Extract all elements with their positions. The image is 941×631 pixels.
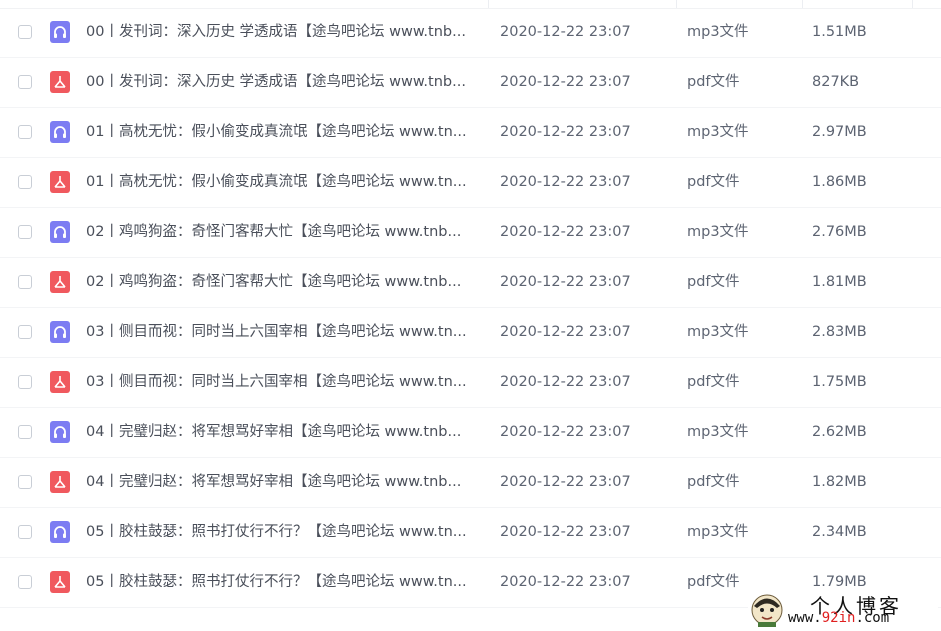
file-name[interactable]: 05丨胶柱鼓瑟：照书打仗行不行？【途鸟吧论坛 www.tn...	[86, 522, 482, 542]
file-row[interactable]: 03丨侧目而视：同时当上六国宰相【途鸟吧论坛 www.tn... 2020-12-…	[0, 308, 941, 358]
file-type: mp3文件	[687, 324, 749, 340]
file-name[interactable]: 01丨高枕无忧：假小偷变成真流氓【途鸟吧论坛 www.tn...	[86, 122, 482, 142]
headphones-icon	[50, 121, 70, 143]
file-row[interactable]: 03丨侧目而视：同时当上六国宰相【途鸟吧论坛 www.tn... 2020-12-…	[0, 358, 941, 408]
column-divider	[488, 0, 489, 8]
file-name[interactable]: 04丨完璧归赵：将军想骂好宰相【途鸟吧论坛 www.tnb...	[86, 422, 482, 442]
file-date: 2020-12-22 23:07	[500, 324, 631, 340]
file-date: 2020-12-22 23:07	[500, 74, 631, 90]
file-name[interactable]: 03丨侧目而视：同时当上六国宰相【途鸟吧论坛 www.tn...	[86, 372, 482, 392]
headphones-icon	[50, 421, 70, 443]
file-date: 2020-12-22 23:07	[500, 474, 631, 490]
headphones-icon	[50, 321, 70, 343]
file-date: 2020-12-22 23:07	[500, 374, 631, 390]
file-size: 1.81MB	[812, 274, 867, 290]
file-size: 1.82MB	[812, 474, 867, 490]
file-size: 827KB	[812, 74, 860, 90]
file-name[interactable]: 05丨胶柱鼓瑟：照书打仗行不行？【途鸟吧论坛 www.tn...	[86, 572, 482, 592]
row-checkbox[interactable]	[18, 25, 32, 39]
row-checkbox[interactable]	[18, 275, 32, 289]
file-row[interactable]: 04丨完璧归赵：将军想骂好宰相【途鸟吧论坛 www.tnb... 2020-12-…	[0, 458, 941, 508]
row-checkbox[interactable]	[18, 475, 32, 489]
file-row[interactable]: 01丨高枕无忧：假小偷变成真流氓【途鸟吧论坛 www.tn... 2020-12-…	[0, 108, 941, 158]
file-date: 2020-12-22 23:07	[500, 174, 631, 190]
pdf-icon	[50, 471, 70, 493]
file-name[interactable]: 02丨鸡鸣狗盗：奇怪门客帮大忙【途鸟吧论坛 www.tnb...	[86, 222, 482, 242]
file-type: pdf文件	[687, 374, 740, 390]
file-name[interactable]: 00丨发刊词：深入历史 学透成语【途鸟吧论坛 www.tnb...	[86, 72, 482, 92]
file-type: mp3文件	[687, 424, 749, 440]
file-name[interactable]: 02丨鸡鸣狗盗：奇怪门客帮大忙【途鸟吧论坛 www.tnb...	[86, 272, 482, 292]
file-type: mp3文件	[687, 124, 749, 140]
file-type: mp3文件	[687, 24, 749, 40]
pdf-icon	[50, 271, 70, 293]
file-type: mp3文件	[687, 524, 749, 540]
file-type: pdf文件	[687, 274, 740, 290]
file-row[interactable]: 02丨鸡鸣狗盗：奇怪门客帮大忙【途鸟吧论坛 www.tnb... 2020-12-…	[0, 258, 941, 308]
file-name[interactable]: 00丨发刊词：深入历史 学透成语【途鸟吧论坛 www.tnb...	[86, 22, 482, 42]
pdf-icon	[50, 371, 70, 393]
watermark-url: www.92in.com	[788, 610, 890, 626]
file-row[interactable]: 05丨胶柱鼓瑟：照书打仗行不行？【途鸟吧论坛 www.tn... 2020-12-…	[0, 508, 941, 558]
file-row[interactable]: 04丨完璧归赵：将军想骂好宰相【途鸟吧论坛 www.tnb... 2020-12-…	[0, 408, 941, 458]
file-date: 2020-12-22 23:07	[500, 524, 631, 540]
file-list: 00丨发刊词：深入历史 学透成语【途鸟吧论坛 www.tnb... 2020-12…	[0, 8, 941, 608]
avatar-icon	[751, 594, 783, 627]
file-type: pdf文件	[687, 74, 740, 90]
pdf-icon	[50, 171, 70, 193]
pdf-icon	[50, 71, 70, 93]
file-size: 2.76MB	[812, 224, 867, 240]
column-divider	[912, 0, 913, 8]
file-size: 1.86MB	[812, 174, 867, 190]
row-checkbox[interactable]	[18, 425, 32, 439]
file-size: 1.75MB	[812, 374, 867, 390]
row-checkbox[interactable]	[18, 325, 32, 339]
row-checkbox[interactable]	[18, 375, 32, 389]
column-divider	[676, 0, 677, 8]
file-name[interactable]: 03丨侧目而视：同时当上六国宰相【途鸟吧论坛 www.tn...	[86, 322, 482, 342]
row-checkbox[interactable]	[18, 125, 32, 139]
file-name[interactable]: 01丨高枕无忧：假小偷变成真流氓【途鸟吧论坛 www.tn...	[86, 172, 482, 192]
pdf-icon	[50, 571, 70, 593]
file-type: pdf文件	[687, 474, 740, 490]
file-row[interactable]: 00丨发刊词：深入历史 学透成语【途鸟吧论坛 www.tnb... 2020-12…	[0, 58, 941, 108]
headphones-icon	[50, 521, 70, 543]
file-size: 2.62MB	[812, 424, 867, 440]
row-checkbox[interactable]	[18, 525, 32, 539]
row-checkbox[interactable]	[18, 225, 32, 239]
row-checkbox[interactable]	[18, 575, 32, 589]
file-row[interactable]: 02丨鸡鸣狗盗：奇怪门客帮大忙【途鸟吧论坛 www.tnb... 2020-12-…	[0, 208, 941, 258]
file-size: 1.51MB	[812, 24, 867, 40]
row-checkbox[interactable]	[18, 75, 32, 89]
file-type: mp3文件	[687, 224, 749, 240]
file-date: 2020-12-22 23:07	[500, 224, 631, 240]
file-name[interactable]: 04丨完璧归赵：将军想骂好宰相【途鸟吧论坛 www.tnb...	[86, 472, 482, 492]
file-type: pdf文件	[687, 574, 740, 590]
file-date: 2020-12-22 23:07	[500, 124, 631, 140]
file-date: 2020-12-22 23:07	[500, 424, 631, 440]
row-checkbox[interactable]	[18, 175, 32, 189]
file-size: 2.34MB	[812, 524, 867, 540]
headphones-icon	[50, 21, 70, 43]
file-type: pdf文件	[687, 174, 740, 190]
headphones-icon	[50, 221, 70, 243]
file-date: 2020-12-22 23:07	[500, 274, 631, 290]
file-row[interactable]: 00丨发刊词：深入历史 学透成语【途鸟吧论坛 www.tnb... 2020-12…	[0, 8, 941, 58]
file-date: 2020-12-22 23:07	[500, 24, 631, 40]
file-size: 2.97MB	[812, 124, 867, 140]
column-divider	[802, 0, 803, 8]
watermark: 个人博客 www.92in.com	[748, 589, 938, 629]
file-date: 2020-12-22 23:07	[500, 574, 631, 590]
file-size: 2.83MB	[812, 324, 867, 340]
file-row[interactable]: 01丨高枕无忧：假小偷变成真流氓【途鸟吧论坛 www.tn... 2020-12-…	[0, 158, 941, 208]
